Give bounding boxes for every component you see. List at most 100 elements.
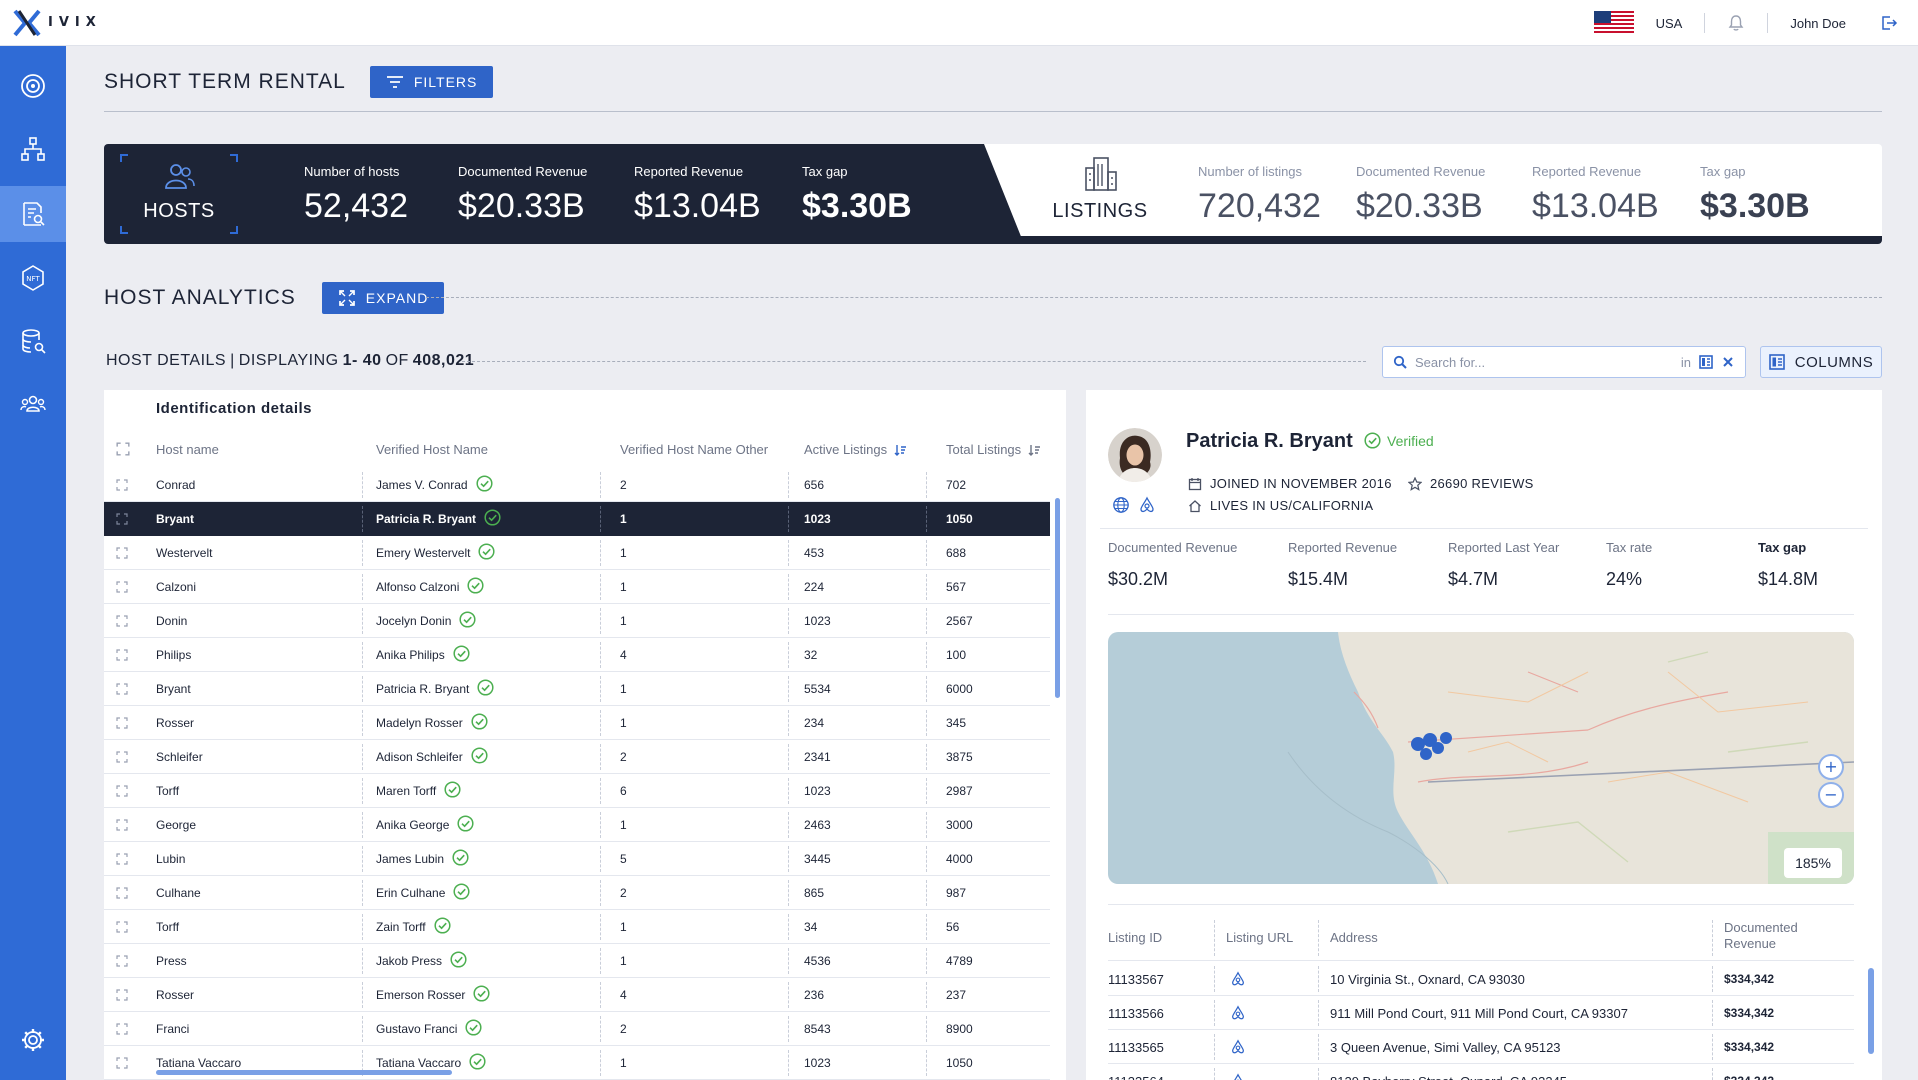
table-row[interactable]: Donin Jocelyn Donin 1 1023 2567 xyxy=(104,604,1050,638)
cell-total-listings: 100 xyxy=(946,648,967,662)
column-header-active-listings[interactable]: Active Listings xyxy=(804,442,907,457)
column-header-address[interactable]: Address xyxy=(1330,930,1378,945)
sort-icon[interactable] xyxy=(893,443,907,457)
row-checkbox[interactable] xyxy=(116,706,128,740)
listing-row[interactable]: 11133564 8129 Bayberry Street, Oxnard, CA… xyxy=(1108,1064,1854,1080)
row-checkbox[interactable] xyxy=(116,502,128,536)
row-checkbox[interactable] xyxy=(116,570,128,604)
sidebar-item-database[interactable] xyxy=(0,313,66,369)
table-row[interactable]: Conrad James V. Conrad 2 656 702 xyxy=(104,468,1050,502)
column-divider xyxy=(788,472,789,498)
user-name[interactable]: John Doe xyxy=(1790,16,1846,31)
row-checkbox[interactable] xyxy=(116,468,128,502)
expand-button[interactable]: EXPAND xyxy=(321,282,445,314)
us-flag-icon[interactable] xyxy=(1593,11,1634,35)
sidebar-item-radar[interactable] xyxy=(0,58,66,114)
listing-row[interactable]: 11133565 3 Queen Avenue, Simi Valley, CA … xyxy=(1108,1030,1854,1064)
column-header-verified-host-name-other[interactable]: Verified Host Name Other xyxy=(620,442,768,457)
sidebar-item-nft[interactable]: NFT xyxy=(0,250,66,306)
row-checkbox[interactable] xyxy=(116,1012,128,1046)
airbnb-icon[interactable] xyxy=(1138,496,1156,514)
listing-url-airbnb-icon[interactable] xyxy=(1230,962,1246,996)
row-checkbox[interactable] xyxy=(116,944,128,978)
sidebar-item-documents[interactable] xyxy=(0,186,66,242)
stat-number-of-listings: Number of listings 720,432 xyxy=(1198,164,1321,225)
logout-icon[interactable] xyxy=(1880,14,1898,32)
listings-tab[interactable]: LISTINGS xyxy=(1050,154,1150,234)
map-zoom-in-button[interactable]: + xyxy=(1818,754,1844,780)
search-box[interactable]: Search for... in xyxy=(1382,346,1746,378)
host-details-heading: HOST DETAILS | DISPLAYING 1- 40 OF 408,0… xyxy=(106,352,475,369)
column-select-icon[interactable] xyxy=(1699,355,1713,369)
map-zoom-out-button[interactable]: − xyxy=(1818,782,1844,808)
table-row[interactable]: Bryant Patricia R. Bryant 1 1023 1050 xyxy=(104,502,1050,536)
cell-total-listings: 2567 xyxy=(946,614,973,628)
cell-listing-id: 11133566 xyxy=(1108,1005,1164,1021)
cell-verified-other: 5 xyxy=(620,852,627,866)
row-checkbox[interactable] xyxy=(116,1046,128,1080)
map-canvas xyxy=(1108,632,1854,884)
column-header-verified-host-name[interactable]: Verified Host Name xyxy=(376,442,488,457)
hosts-tab[interactable]: HOSTS xyxy=(120,154,238,234)
column-divider xyxy=(926,846,927,872)
sidebar-item-network[interactable] xyxy=(0,121,66,177)
table-row[interactable]: Westervelt Emery Westervelt 1 453 688 xyxy=(104,536,1050,570)
sort-icon[interactable] xyxy=(1027,443,1041,457)
table-row[interactable]: Torff Zain Torff 1 34 56 xyxy=(104,910,1050,944)
listing-url-airbnb-icon[interactable] xyxy=(1230,1030,1246,1064)
sidebar-item-settings[interactable] xyxy=(0,1012,66,1068)
table-row[interactable]: Calzoni Alfonso Calzoni 1 224 567 xyxy=(104,570,1050,604)
host-details-title: HOST DETAILS xyxy=(106,352,227,369)
column-divider xyxy=(362,880,363,906)
table-vertical-scrollbar[interactable] xyxy=(1055,498,1060,698)
table-row[interactable]: Rosser Emerson Rosser 4 236 237 xyxy=(104,978,1050,1012)
search-input[interactable]: Search for... xyxy=(1415,355,1485,370)
row-checkbox[interactable] xyxy=(116,672,128,706)
column-header-listing-id[interactable]: Listing ID xyxy=(1108,930,1162,945)
logo[interactable]: IVIX xyxy=(0,8,102,38)
clear-search-icon[interactable] xyxy=(1721,355,1735,369)
bell-icon[interactable] xyxy=(1727,14,1745,32)
country-label[interactable]: USA xyxy=(1656,16,1683,31)
table-row[interactable]: Bryant Patricia R. Bryant 1 5534 6000 xyxy=(104,672,1050,706)
row-checkbox[interactable] xyxy=(116,604,128,638)
column-header-listing-url[interactable]: Listing URL xyxy=(1226,930,1293,945)
table-row[interactable]: Schleifer Adison Schleifer 2 2341 3875 xyxy=(104,740,1050,774)
column-header-host-name[interactable]: Host name xyxy=(156,442,219,457)
table-row[interactable]: George Anika George 1 2463 3000 xyxy=(104,808,1050,842)
row-checkbox[interactable] xyxy=(116,910,128,944)
row-checkbox[interactable] xyxy=(116,536,128,570)
row-checkbox[interactable] xyxy=(116,808,128,842)
table-horizontal-scrollbar[interactable] xyxy=(156,1070,452,1075)
table-row[interactable]: Philips Anika Philips 4 32 100 xyxy=(104,638,1050,672)
filters-button[interactable]: FILTERS xyxy=(369,66,494,98)
sidebar-item-users[interactable] xyxy=(0,376,66,432)
verified-check-icon xyxy=(453,883,470,903)
listing-row[interactable]: 11133566 911 Mill Pond Court, 911 Mill Po… xyxy=(1108,996,1854,1030)
columns-button[interactable]: COLUMNS xyxy=(1760,346,1882,378)
listings-vertical-scrollbar[interactable] xyxy=(1868,968,1874,1054)
listing-row[interactable]: 11133567 10 Virginia St., Oxnard, CA 9303… xyxy=(1108,962,1854,996)
row-checkbox[interactable] xyxy=(116,842,128,876)
row-checkbox[interactable] xyxy=(116,740,128,774)
hosts-label: HOSTS xyxy=(143,200,215,222)
table-row[interactable]: Torff Maren Torff 6 1023 2987 xyxy=(104,774,1050,808)
globe-icon[interactable] xyxy=(1112,496,1130,514)
row-checkbox[interactable] xyxy=(116,876,128,910)
filters-label: FILTERS xyxy=(413,74,478,90)
listing-url-airbnb-icon[interactable] xyxy=(1230,996,1246,1030)
column-header-total-listings[interactable]: Total Listings xyxy=(946,442,1041,457)
row-checkbox[interactable] xyxy=(116,774,128,808)
column-header-documented-revenue[interactable]: Documented Revenue xyxy=(1724,920,1824,952)
select-all-checkbox[interactable] xyxy=(116,442,130,456)
table-row[interactable]: Rosser Madelyn Rosser 1 234 345 xyxy=(104,706,1050,740)
table-row[interactable]: Franci Gustavo Franci 2 8543 8900 xyxy=(104,1012,1050,1046)
host-listings-map[interactable]: + − 185% xyxy=(1108,632,1854,884)
table-row[interactable]: Press Jakob Press 1 4536 4789 xyxy=(104,944,1050,978)
table-row[interactable]: Lubin James Lubin 5 3445 4000 xyxy=(104,842,1050,876)
table-row[interactable]: Culhane Erin Culhane 2 865 987 xyxy=(104,876,1050,910)
row-checkbox[interactable] xyxy=(116,638,128,672)
stat-hosts-reported-revenue: Reported Revenue $13.04B xyxy=(634,164,761,225)
row-checkbox[interactable] xyxy=(116,978,128,1012)
listing-url-airbnb-icon[interactable] xyxy=(1230,1064,1246,1080)
